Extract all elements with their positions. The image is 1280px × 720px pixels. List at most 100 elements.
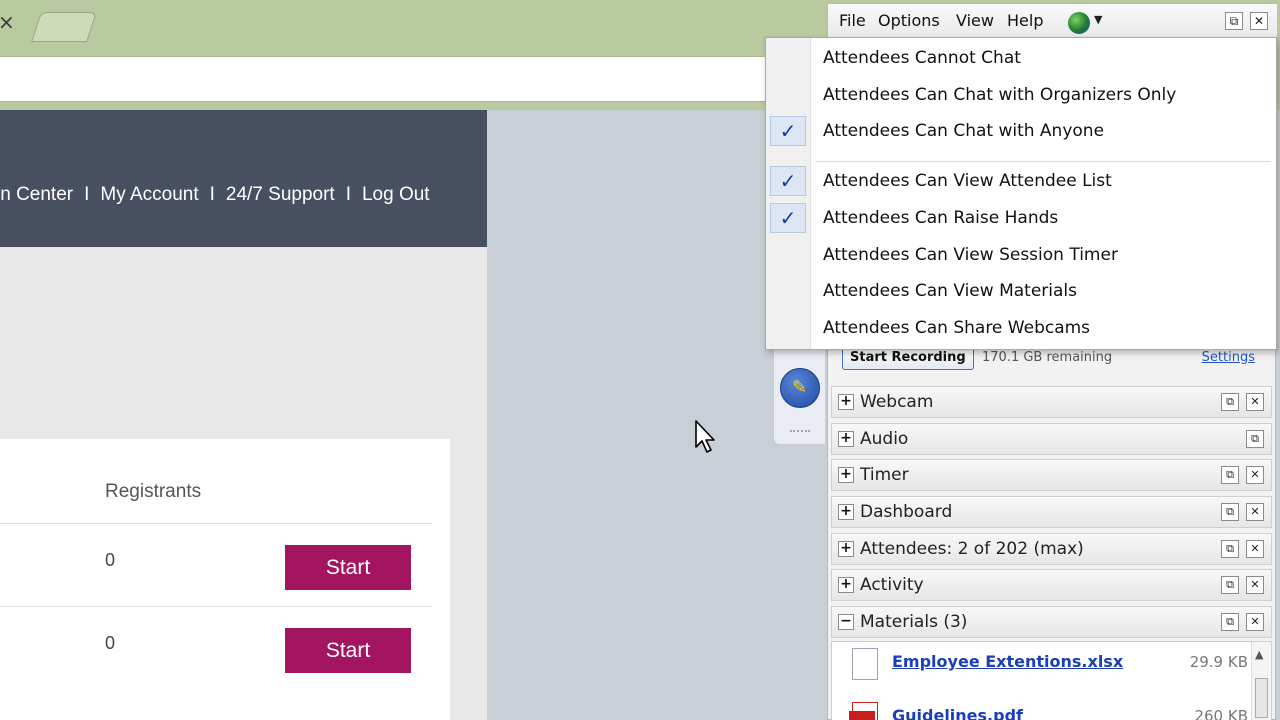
expand-icon[interactable]: + <box>838 467 854 483</box>
close-icon[interactable]: ✕ <box>1246 503 1264 521</box>
expand-icon[interactable]: + <box>838 431 854 447</box>
materials-list: Employee Extentions.xlsx 29.9 KB Guideli… <box>831 641 1272 720</box>
close-icon[interactable]: ✕ <box>1246 540 1264 558</box>
pdf-icon <box>849 702 878 720</box>
menu-options[interactable]: Options <box>878 11 940 30</box>
registrant-count: 0 <box>105 550 116 570</box>
recording-settings-link[interactable]: Settings <box>1202 350 1255 365</box>
menu-file[interactable]: File <box>839 11 866 30</box>
section-webcam[interactable]: + Webcam ⧉ ✕ <box>831 386 1272 418</box>
section-timer[interactable]: + Timer ⧉ ✕ <box>831 459 1272 491</box>
checkmark-icon: ✓ <box>770 116 806 146</box>
address-bar[interactable] <box>0 56 780 102</box>
chat-options-menu: Attendees Cannot Chat Attendees Can Chat… <box>765 37 1277 350</box>
menu-option-view-materials[interactable]: Attendees Can View Materials <box>766 274 1276 308</box>
tab-close-icon[interactable]: × <box>0 10 15 34</box>
section-materials[interactable]: − Materials (3) ⧉ ✕ <box>831 606 1272 638</box>
site-nav: in Center I My Account I 24/7 Support I Log Ou… <box>0 184 430 206</box>
file-size: 260 KB <box>1194 707 1248 720</box>
menu-option-share-webcams[interactable]: Attendees Can Share Webcams <box>766 311 1276 345</box>
new-tab-button[interactable] <box>31 12 97 42</box>
scrollbar[interactable]: ▲ <box>1251 642 1271 720</box>
expand-icon[interactable]: + <box>838 394 854 410</box>
close-icon[interactable]: ✕ <box>1246 466 1264 484</box>
globe-icon[interactable] <box>1068 12 1090 34</box>
checkmark-icon: ✓ <box>770 203 806 233</box>
nav-link-my-account[interactable]: My Account <box>100 184 198 205</box>
menu-option-label[interactable]: Attendees Can View Attendee List <box>823 171 1112 191</box>
menu-option-label[interactable]: Attendees Can Chat with Anyone <box>823 121 1104 141</box>
grip-icon[interactable] <box>790 430 810 434</box>
chevron-down-icon[interactable]: ▼ <box>1094 13 1102 26</box>
menu-option-chat-anyone[interactable]: ✓ Attendees Can Chat with Anyone <box>766 114 1276 148</box>
section-attendees[interactable]: + Attendees: 2 of 202 (max) ⧉ ✕ <box>831 533 1272 565</box>
section-title[interactable]: Timer <box>860 465 909 485</box>
section-activity[interactable]: + Activity ⧉ ✕ <box>831 569 1272 601</box>
menu-view[interactable]: View <box>956 11 994 30</box>
row-divider <box>0 606 432 607</box>
web-page: in Center I My Account I 24/7 Support I Log Ou… <box>0 110 487 720</box>
menu-option-raise-hands[interactable]: ✓ Attendees Can Raise Hands <box>766 201 1276 235</box>
popout-icon[interactable]: ⧉ <box>1221 540 1239 558</box>
checkmark-icon: ✓ <box>770 166 806 196</box>
file-link[interactable]: Employee Extentions.xlsx <box>892 652 1123 671</box>
nav-link-support[interactable]: 24/7 Support <box>226 184 335 205</box>
section-title[interactable]: Audio <box>860 429 908 449</box>
list-item[interactable]: Employee Extentions.xlsx 29.9 KB <box>832 642 1252 682</box>
menu-option-view-session-timer[interactable]: Attendees Can View Session Timer <box>766 238 1276 272</box>
section-title[interactable]: Activity <box>860 575 924 595</box>
collapse-icon[interactable]: − <box>838 614 854 630</box>
menu-option-label[interactable]: Attendees Can Chat with Organizers Only <box>823 85 1176 105</box>
nav-separator: I <box>345 184 351 205</box>
close-icon[interactable]: ✕ <box>1250 12 1268 30</box>
menu-option-label[interactable]: Attendees Cannot Chat <box>823 48 1021 68</box>
scrollbar-thumb[interactable] <box>1255 678 1268 718</box>
section-audio[interactable]: + Audio ⧉ <box>831 423 1272 455</box>
panel-menubar: File Options View Help ▼ ⧉ ✕ <box>828 4 1277 38</box>
menu-option-view-attendee-list[interactable]: ✓ Attendees Can View Attendee List <box>766 164 1276 198</box>
drawing-tools-button[interactable]: ✎ <box>780 368 820 408</box>
menu-option-cannot-chat[interactable]: Attendees Cannot Chat <box>766 41 1276 75</box>
nav-separator: I <box>84 184 90 205</box>
menu-option-label[interactable]: Attendees Can Share Webcams <box>823 318 1090 338</box>
menu-separator <box>816 161 1271 162</box>
menu-option-label[interactable]: Attendees Can View Materials <box>823 281 1077 301</box>
popout-icon[interactable]: ⧉ <box>1221 393 1239 411</box>
section-title[interactable]: Dashboard <box>860 502 952 522</box>
section-title[interactable]: Materials (3) <box>860 612 967 632</box>
popout-icon[interactable]: ⧉ <box>1246 430 1264 448</box>
close-icon[interactable]: ✕ <box>1246 613 1264 631</box>
menu-option-label[interactable]: Attendees Can View Session Timer <box>823 245 1118 265</box>
section-dashboard[interactable]: + Dashboard ⧉ ✕ <box>831 496 1272 528</box>
nav-link-admin-center[interactable]: in Center <box>0 184 73 205</box>
section-title[interactable]: Attendees: 2 of 202 (max) <box>860 539 1084 559</box>
document-icon <box>852 648 878 680</box>
popout-icon[interactable]: ⧉ <box>1221 503 1239 521</box>
file-size: 29.9 KB <box>1189 653 1248 671</box>
start-button[interactable]: Start <box>285 545 411 590</box>
menu-option-label[interactable]: Attendees Can Raise Hands <box>823 208 1058 228</box>
expand-icon[interactable]: + <box>838 504 854 520</box>
list-item[interactable]: Guidelines.pdf 260 KB <box>832 696 1252 720</box>
nav-link-log-out[interactable]: Log Out <box>362 184 430 205</box>
expand-icon[interactable]: + <box>838 577 854 593</box>
recording-space-remaining: 170.1 GB remaining <box>982 350 1113 365</box>
popout-icon[interactable]: ⧉ <box>1221 466 1239 484</box>
close-icon[interactable]: ✕ <box>1246 393 1264 411</box>
section-title[interactable]: Webcam <box>860 392 933 412</box>
drawing-tool-strip: ✎ <box>773 345 825 445</box>
scroll-up-icon[interactable]: ▲ <box>1255 648 1263 661</box>
popout-icon[interactable]: ⧉ <box>1225 12 1243 30</box>
close-icon[interactable]: ✕ <box>1246 576 1264 594</box>
file-link[interactable]: Guidelines.pdf <box>892 706 1023 720</box>
column-header-registrants: Registrants <box>105 481 202 502</box>
registrant-count: 0 <box>105 633 116 653</box>
popout-icon[interactable]: ⧉ <box>1221 576 1239 594</box>
menu-help[interactable]: Help <box>1007 11 1043 30</box>
popout-icon[interactable]: ⧉ <box>1221 613 1239 631</box>
expand-icon[interactable]: + <box>838 541 854 557</box>
row-divider <box>0 523 432 524</box>
menu-option-chat-organizers-only[interactable]: Attendees Can Chat with Organizers Only <box>766 78 1276 112</box>
start-button[interactable]: Start <box>285 628 411 673</box>
events-table: Registrants 0 Start 0 Start <box>0 439 450 720</box>
